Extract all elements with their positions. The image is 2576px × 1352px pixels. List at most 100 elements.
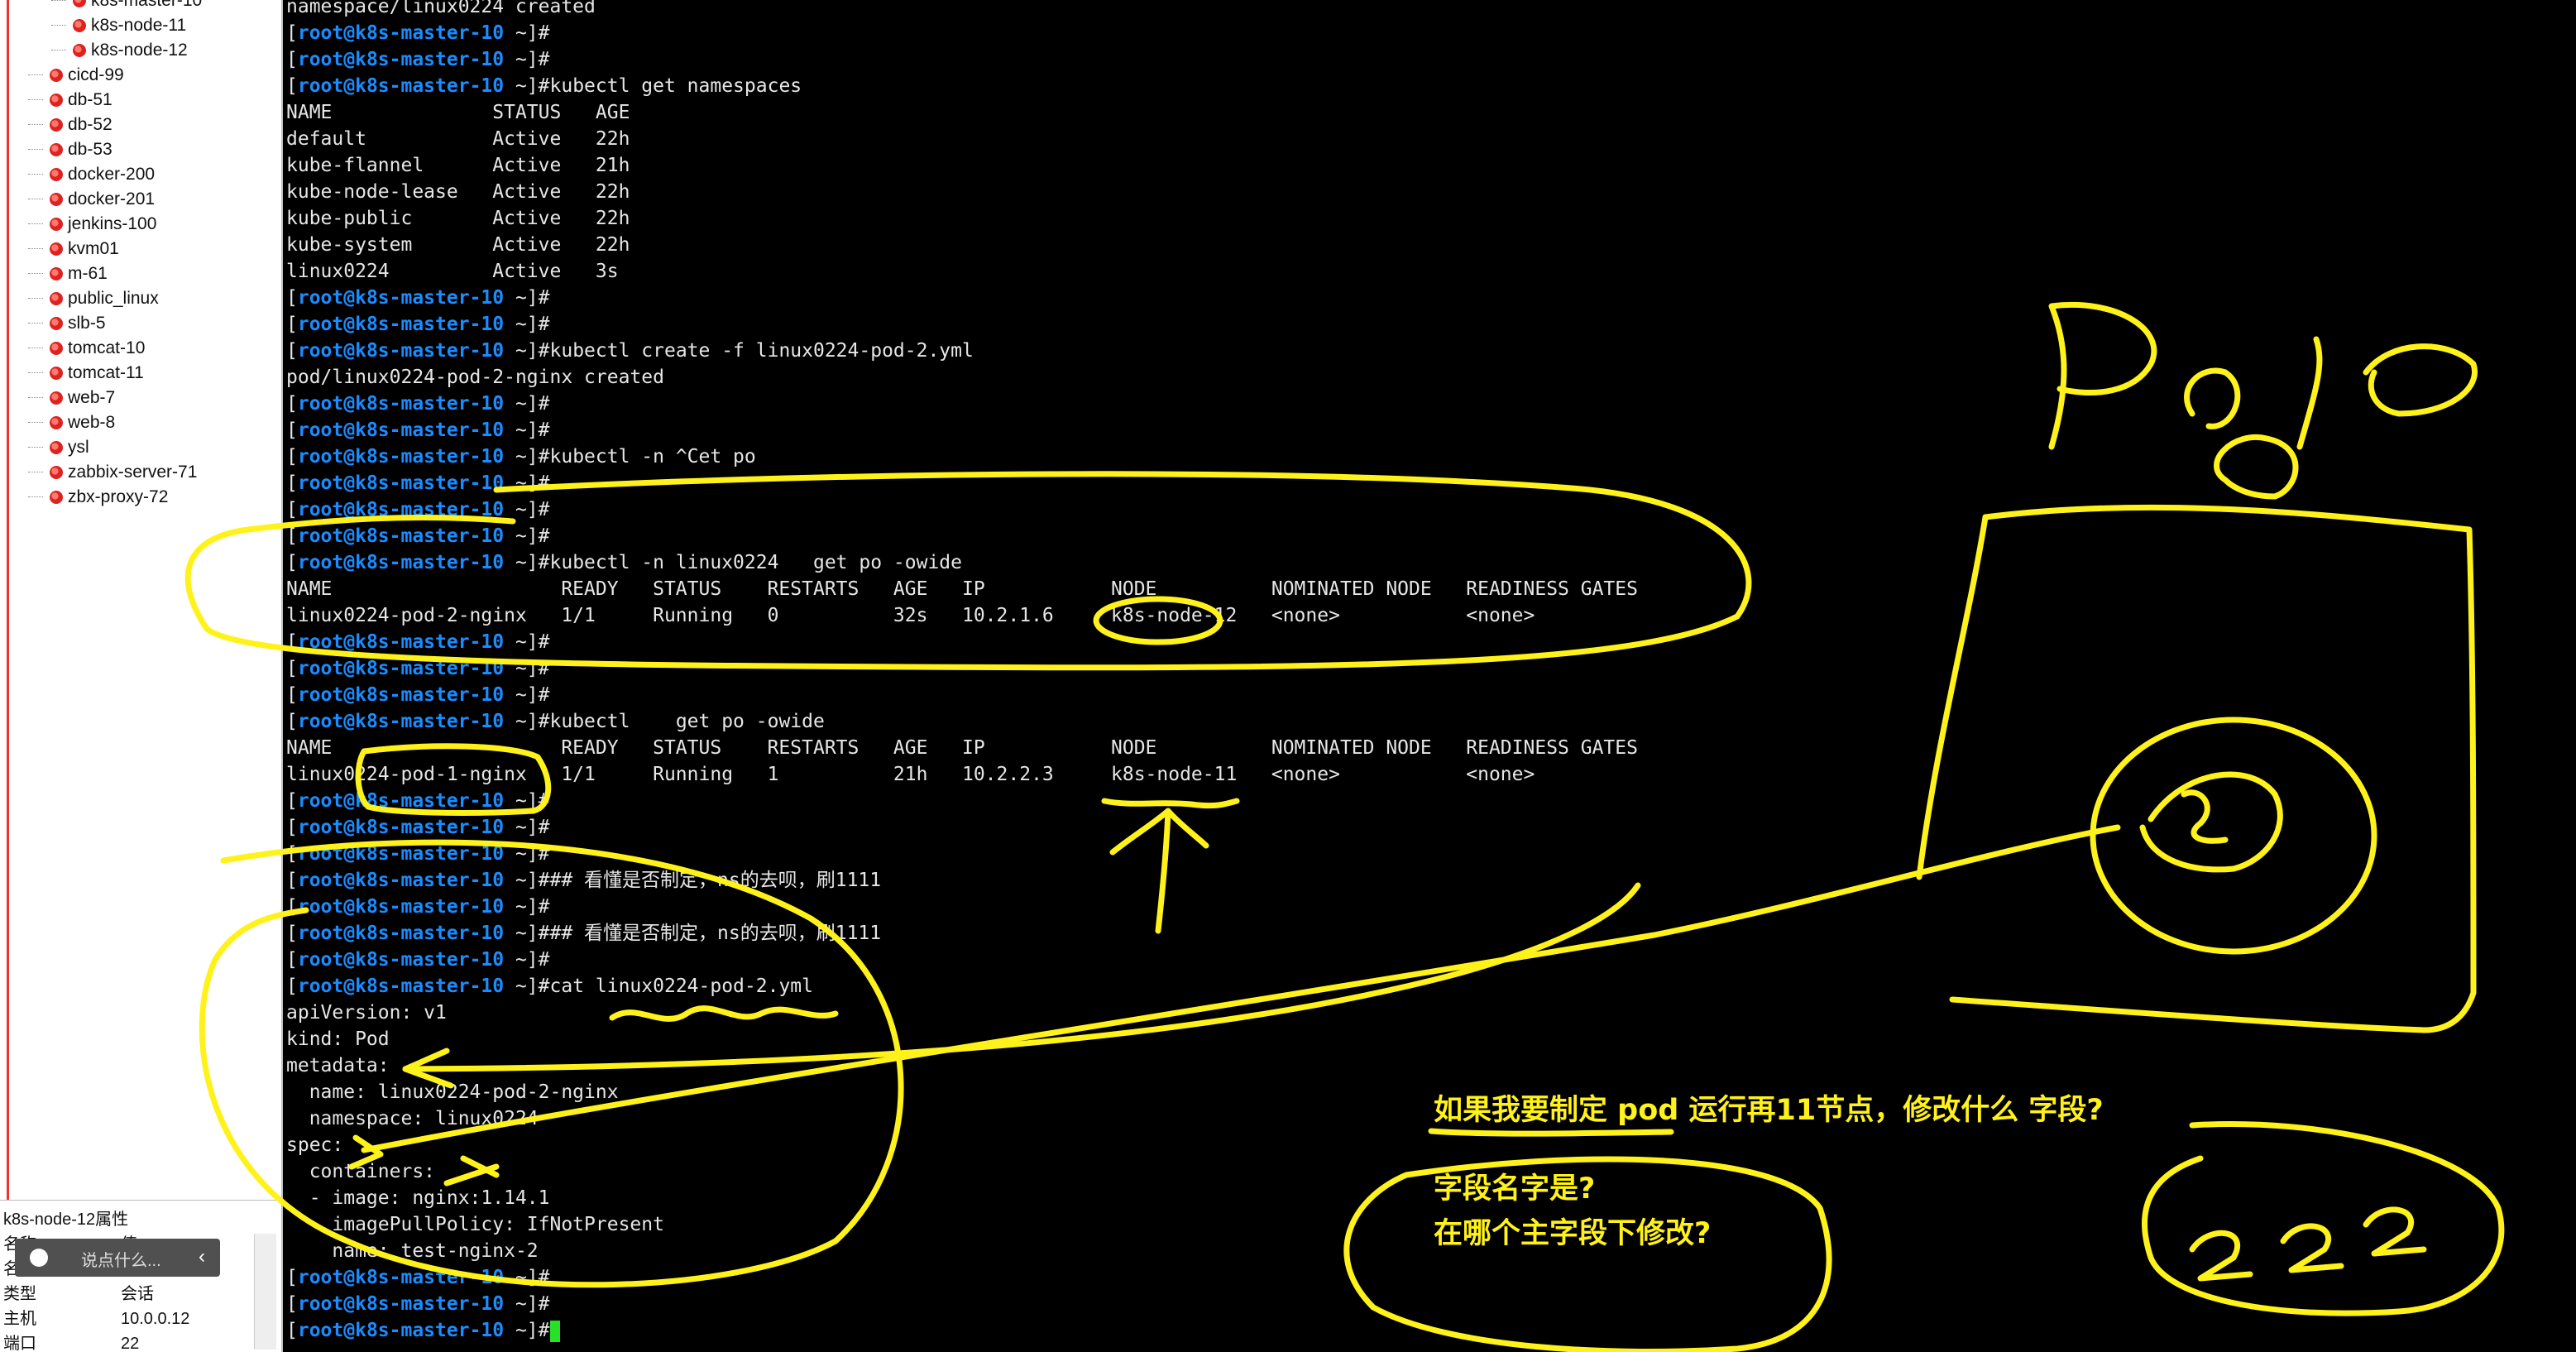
session-icon [50,168,63,182]
sidebar-item-label: tomcat-11 [68,363,144,382]
session-icon [50,292,63,306]
sidebar-item-slb-5[interactable]: slb-5 [28,311,106,336]
sidebar-item-k8s-master-10[interactable]: k8s-master-10 [51,0,202,13]
prompt-open: [ [286,525,298,547]
output-text: NAME READY STATUS RESTARTS AGE IP NODE N… [286,578,1638,600]
terminal-prompt-line: [root@k8s-master-10 ~]# [286,20,550,46]
terminal-prompt-line: [root@k8s-master-10 ~]# [286,947,550,973]
session-icon [50,93,63,108]
sidebar-item-label: ysl [68,438,89,457]
session-icon [50,491,63,505]
output-text: kube-system Active 22h [286,234,630,256]
command-text: kubectl get namespaces [549,75,802,97]
sidebar-item-label: web-7 [68,388,116,407]
terminal-output-line: containers: [286,1158,435,1185]
prompt-open: [ [286,1320,298,1341]
terminal-cursor[interactable] [549,1320,560,1342]
prompt-close: ~]# [504,314,550,335]
tree-branch-line [28,174,43,175]
sidebar-item-label: jenkins-100 [68,214,157,233]
prompt-open: [ [286,684,298,706]
sidebar-item-label: k8s-node-12 [91,41,188,60]
prompt-user-host: root@k8s-master-10 [297,631,505,653]
properties-scrollbar[interactable] [254,1234,276,1350]
session-icon [50,69,63,83]
prompt-close: ~]# [504,552,550,573]
prompt-user-host: root@k8s-master-10 [297,923,505,944]
sidebar-item-public_linux[interactable]: public_linux [28,286,159,311]
terminal-output-line: default Active 22h [286,126,630,152]
terminal-output-line: NAME READY STATUS RESTARTS AGE IP NODE N… [286,576,1638,602]
sidebar-item-web-8[interactable]: web-8 [28,410,115,435]
prompt-user-host: root@k8s-master-10 [297,711,505,732]
sidebar-item-label: public_linux [68,289,159,308]
sidebar-item-k8s-node-11[interactable]: k8s-node-11 [51,13,187,38]
property-value: 会话 [121,1285,154,1303]
sidebar-item-db-52[interactable]: db-52 [28,113,113,137]
output-text: kind: Pod [286,1028,390,1050]
prompt-close: ~]# [504,976,550,997]
prompt-user-host: root@k8s-master-10 [297,22,505,44]
sidebar-item-docker-201[interactable]: docker-201 [28,187,155,212]
sidebar-item-web-7[interactable]: web-7 [28,386,116,410]
sidebar-item-k8s-node-12[interactable]: k8s-node-12 [51,38,188,63]
prompt-user-host: root@k8s-master-10 [297,817,505,838]
terminal-prompt-line: [root@k8s-master-10 ~]# [286,391,550,417]
prompt-user-host: root@k8s-master-10 [297,287,505,309]
tree-branch-line [28,223,43,224]
property-value: 10.0.0.12 [121,1310,190,1328]
sidebar-item-kvm01[interactable]: kvm01 [28,237,119,261]
terminal-prompt-line: [root@k8s-master-10 ~]# [286,470,550,496]
prompt-close: ~]# [504,49,550,70]
terminal-prompt-line: [root@k8s-master-10 ~]#kubectl create -f… [286,338,974,364]
session-icon [50,143,63,157]
output-text: containers: [286,1161,436,1182]
sidebar-item-ysl[interactable]: ysl [28,435,89,460]
prompt-user-host: root@k8s-master-10 [297,870,505,891]
prompt-close: ~]# [504,420,550,441]
terminal-prompt-line: [root@k8s-master-10 ~]#kubectl get names… [286,73,802,99]
sidebar-item-db-51[interactable]: db-51 [28,88,113,113]
sidebar-item-zbx-proxy-72[interactable]: zbx-proxy-72 [28,485,168,510]
sidebar-item-db-53[interactable]: db-53 [28,137,113,162]
chat-input-bar[interactable]: 说点什么... ‹ [15,1239,220,1277]
prompt-user-host: root@k8s-master-10 [297,446,505,467]
prompt-user-host: root@k8s-master-10 [297,843,505,865]
prompt-close: ~]# [504,684,550,706]
session-icon [50,342,63,356]
terminal-prompt-line: [root@k8s-master-10 ~]#cat linux0224-pod… [286,973,813,1000]
collapse-arrow-icon[interactable]: ‹ [199,1245,205,1268]
prompt-open: [ [286,393,298,415]
prompt-user-host: root@k8s-master-10 [297,552,505,573]
terminal-output-line: imagePullPolicy: IfNotPresent [286,1211,664,1238]
sidebar-item-cicd-99[interactable]: cicd-99 [28,63,124,88]
terminal-window[interactable]: namespace/linux0224 created [root@k8s-mas… [286,0,2576,1352]
sidebar-item-zabbix-server-71[interactable]: zabbix-server-71 [28,460,197,485]
sidebar-item-label: k8s-node-11 [91,16,187,35]
output-text: pod/linux0224-pod-2-nginx created [286,367,664,388]
output-text: kube-flannel Active 21h [286,155,630,176]
prompt-close: ~]# [504,870,550,891]
sidebar-item-tomcat-11[interactable]: tomcat-11 [28,361,144,386]
output-text: namespace: linux0224 [286,1108,539,1129]
smiley-icon[interactable] [30,1249,48,1267]
tree-branch-line [28,447,43,448]
sidebar-item-docker-200[interactable]: docker-200 [28,162,155,187]
sidebar-item-tomcat-10[interactable]: tomcat-10 [28,336,145,361]
prompt-open: [ [286,1267,298,1288]
output-text: apiVersion: v1 [286,1002,447,1024]
chat-placeholder[interactable]: 说点什么... [81,1247,161,1271]
session-icon [50,317,63,331]
sidebar-item-label: cicd-99 [68,65,124,84]
sidebar-item-jenkins-100[interactable]: jenkins-100 [28,212,157,237]
sidebar-item-m-61[interactable]: m-61 [28,261,108,286]
terminal-output-line: linux0224-pod-1-nginx 1/1 Running 1 21h … [286,761,1535,788]
prompt-close: ~]# [504,711,550,732]
prompt-user-host: root@k8s-master-10 [297,790,505,812]
annotation-subquestion-2: 在哪个主字段下修改? [1434,1217,1712,1250]
command-text: kubectl create -f linux0224-pod-2.yml [549,340,974,362]
prompt-open: [ [286,658,298,679]
terminal-prompt-line: [root@k8s-master-10 ~]### 看懂是否制定，ns的去呗，刷… [286,920,881,947]
tree-branch-line [28,248,43,249]
prompt-close: ~]# [504,631,550,653]
